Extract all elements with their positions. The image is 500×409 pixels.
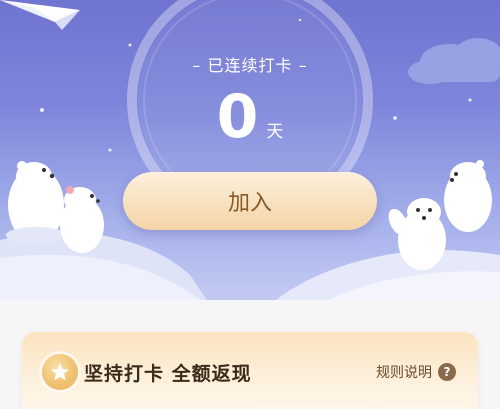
rules-label: 规则说明 bbox=[376, 365, 432, 381]
hero-banner: – 已连续打卡 – 0天 加入 bbox=[0, 0, 500, 305]
hero-illustration bbox=[0, 0, 500, 305]
polar-bear-left-small bbox=[60, 186, 104, 253]
polar-bear-left-big bbox=[6, 161, 66, 243]
streak-counter: 0天 bbox=[0, 82, 500, 152]
streak-days-unit: 天 bbox=[266, 122, 284, 142]
rules-link[interactable]: 规则说明 ? bbox=[376, 362, 456, 382]
join-button[interactable]: 加入 bbox=[123, 172, 377, 230]
streak-label: – 已连续打卡 – bbox=[192, 56, 308, 75]
promo-title: 坚持打卡 全额返现 bbox=[84, 363, 252, 385]
question-icon: ? bbox=[438, 363, 456, 381]
paper-plane-icon bbox=[0, 0, 80, 30]
cashback-promo-card[interactable]: 坚持打卡 全额返现 规则说明 ? bbox=[22, 332, 478, 409]
check-in-page: – 已连续打卡 – 0天 加入 坚持打卡 全额返现 规则说明 ? bbox=[0, 0, 500, 409]
star-icon bbox=[42, 354, 78, 390]
polar-bear-right-big bbox=[444, 160, 492, 232]
streak-days-value: 0 bbox=[216, 82, 259, 152]
